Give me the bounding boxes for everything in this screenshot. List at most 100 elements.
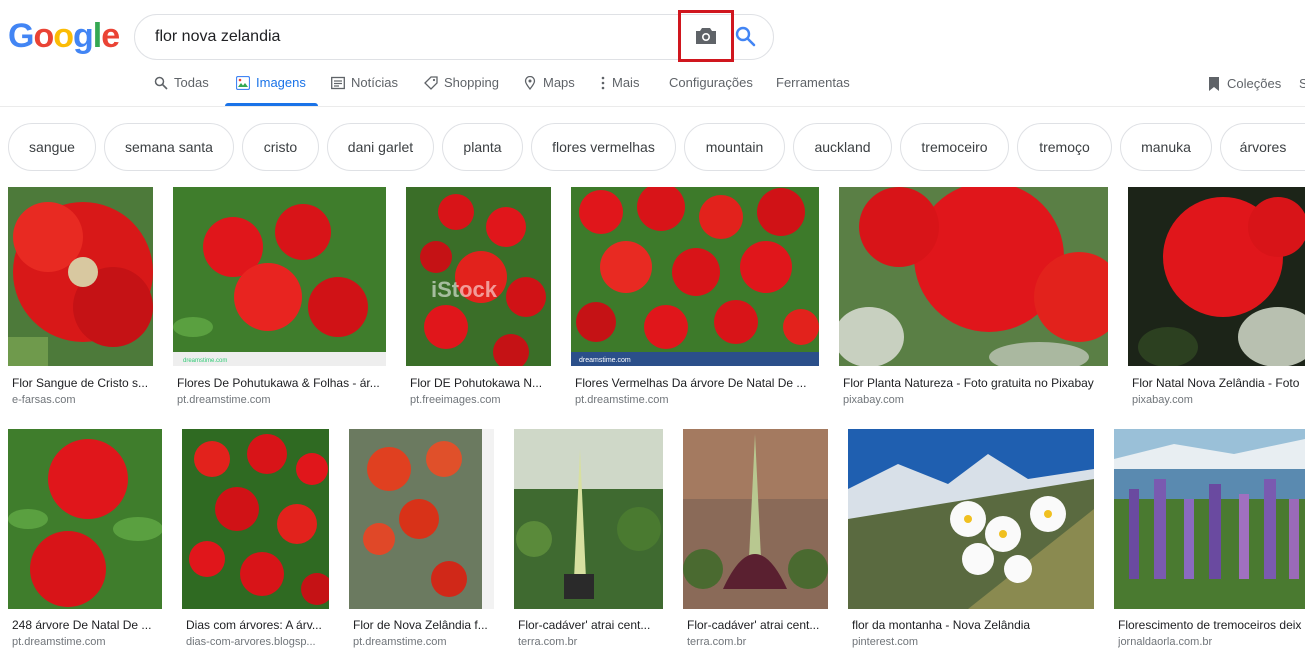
image-result-title[interactable]: Flor Natal Nova Zelândia - Foto: [1132, 376, 1305, 390]
chip-label: mountain: [705, 139, 764, 155]
image-result-thumbnail[interactable]: iStock: [406, 187, 551, 366]
image-result-title[interactable]: Flor-cadáver' atrai cent...: [687, 618, 828, 632]
logo-letter: G: [8, 17, 34, 55]
image-result-title[interactable]: Flor de Nova Zelândia f...: [353, 618, 494, 632]
chip-arvores[interactable]: árvores: [1220, 123, 1305, 171]
search-header: Google flor nova zelandia Todas Imagens …: [0, 0, 1305, 107]
chip-tremoceiro[interactable]: tremoceiro: [900, 123, 1009, 171]
image-result-thumbnail[interactable]: [8, 429, 162, 609]
image-result-source[interactable]: terra.com.br: [518, 636, 663, 648]
bookmark-icon: [1209, 77, 1219, 91]
search-query-text[interactable]: flor nova zelandia: [155, 28, 280, 46]
tab-maps[interactable]: Maps: [523, 75, 575, 107]
image-result-thumbnail[interactable]: dreamstime.com: [173, 187, 386, 366]
search-icon[interactable]: [734, 25, 756, 47]
logo-letter: o: [33, 17, 54, 55]
image-result-thumbnail[interactable]: [839, 187, 1108, 366]
chip-label: auckland: [814, 139, 871, 155]
image-result-title[interactable]: Flor Planta Natureza - Foto gratuita no …: [843, 376, 1108, 390]
image-result-source[interactable]: terra.com.br: [687, 636, 828, 648]
image-result-thumbnail[interactable]: [8, 187, 153, 366]
truncated-header-item[interactable]: S: [1299, 76, 1305, 91]
chip-auckland[interactable]: auckland: [793, 123, 892, 171]
chip-sangue[interactable]: sangue: [8, 123, 96, 171]
image-result-thumbnail[interactable]: [848, 429, 1094, 609]
chip-dani-garlet[interactable]: dani garlet: [327, 123, 434, 171]
collections-link[interactable]: Coleções: [1207, 76, 1281, 92]
tab-todas[interactable]: Todas: [154, 75, 209, 107]
google-logo[interactable]: Google: [8, 17, 120, 56]
image-result-title[interactable]: Flor Sangue de Cristo s...: [12, 376, 153, 390]
chip-label: flores vermelhas: [552, 139, 655, 155]
chip-manuka[interactable]: manuka: [1120, 123, 1212, 171]
image-result-thumbnail[interactable]: [514, 429, 663, 609]
tab-label: Notícias: [351, 75, 398, 90]
search-icon: [154, 76, 168, 90]
image-result-source[interactable]: pt.dreamstime.com: [353, 636, 494, 648]
images-icon: [236, 76, 250, 90]
chip-label: tremoceiro: [921, 139, 988, 155]
tab-label: Todas: [174, 75, 209, 90]
image-result-source[interactable]: pixabay.com: [1132, 394, 1305, 406]
logo-letter: o: [53, 17, 74, 55]
tab-label: Configurações: [669, 75, 753, 90]
tab-label: Mais: [612, 75, 640, 90]
image-result-title[interactable]: Dias com árvores: A árv...: [186, 618, 329, 632]
image-result-source[interactable]: pinterest.com: [852, 636, 1094, 648]
logo-letter: g: [73, 17, 94, 55]
image-result-thumbnail[interactable]: [1114, 429, 1305, 609]
chip-planta[interactable]: planta: [442, 123, 523, 171]
image-result-source[interactable]: dias-com-arvores.blogsp...: [186, 636, 329, 648]
image-result-source[interactable]: pt.dreamstime.com: [575, 394, 819, 406]
news-icon: [331, 76, 345, 90]
collections-label: Coleções: [1227, 76, 1282, 91]
image-result-source[interactable]: pt.dreamstime.com: [12, 636, 162, 648]
watermark-text: iStock: [431, 277, 498, 302]
chip-label: manuka: [1141, 139, 1191, 155]
more-vert-icon: [601, 76, 605, 90]
tab-configuracoes[interactable]: Configurações: [669, 75, 753, 107]
camera-icon[interactable]: [695, 27, 717, 45]
chip-semana-santa[interactable]: semana santa: [104, 123, 234, 171]
tab-label: Ferramentas: [776, 75, 850, 90]
image-result-title[interactable]: flor da montanha - Nova Zelândia: [852, 618, 1094, 632]
image-result-source[interactable]: pt.dreamstime.com: [177, 394, 386, 406]
chip-mountain[interactable]: mountain: [684, 123, 785, 171]
tab-shopping[interactable]: Shopping: [424, 75, 499, 107]
image-result-title[interactable]: 248 árvore De Natal De ...: [12, 618, 162, 632]
image-result-title[interactable]: Flor-cadáver' atrai cent...: [518, 618, 663, 632]
chip-label: sangue: [29, 139, 75, 155]
logo-letter: l: [92, 17, 103, 55]
image-result-thumbnail[interactable]: [349, 429, 494, 609]
image-result-thumbnail[interactable]: [1128, 187, 1305, 366]
chip-label: tremoço: [1039, 139, 1090, 155]
chip-label: dani garlet: [347, 139, 414, 155]
watermark-text: dreamstime.com: [579, 357, 631, 364]
tab-noticias[interactable]: Notícias: [331, 75, 398, 107]
chip-flores-vermelhas[interactable]: flores vermelhas: [531, 123, 676, 171]
image-result-thumbnail[interactable]: [182, 429, 329, 609]
image-result-title[interactable]: Flores Vermelhas Da árvore De Natal De .…: [575, 376, 819, 390]
chip-label: árvores: [1239, 139, 1287, 155]
tab-label: Imagens: [256, 75, 306, 90]
chip-label: planta: [463, 139, 502, 155]
tab-mais[interactable]: Mais: [600, 75, 639, 107]
image-result-source[interactable]: e-farsas.com: [12, 394, 153, 406]
chip-label: cristo: [263, 139, 298, 155]
image-result-thumbnail[interactable]: [683, 429, 828, 609]
image-result-source[interactable]: pixabay.com: [843, 394, 1108, 406]
image-result-title[interactable]: Flores De Pohutukawa & Folhas - ár...: [177, 376, 386, 390]
logo-letter: e: [101, 17, 120, 55]
chip-tremoco[interactable]: tremoço: [1017, 123, 1112, 171]
tab-ferramentas[interactable]: Ferramentas: [776, 75, 850, 107]
image-result-title[interactable]: Florescimento de tremoceiros deix: [1118, 618, 1305, 632]
tag-icon: [424, 76, 438, 90]
image-result-source[interactable]: jornaldaorla.com.br: [1118, 636, 1305, 648]
active-tab-indicator: [225, 103, 318, 106]
chip-cristo[interactable]: cristo: [242, 123, 319, 171]
image-result-source[interactable]: pt.freeimages.com: [410, 394, 551, 406]
watermark-text: dreamstime.com: [183, 358, 227, 364]
tab-label: Shopping: [444, 75, 499, 90]
image-result-thumbnail[interactable]: dreamstime.com: [571, 187, 819, 366]
image-result-title[interactable]: Flor DE Pohutokawa N...: [410, 376, 551, 390]
